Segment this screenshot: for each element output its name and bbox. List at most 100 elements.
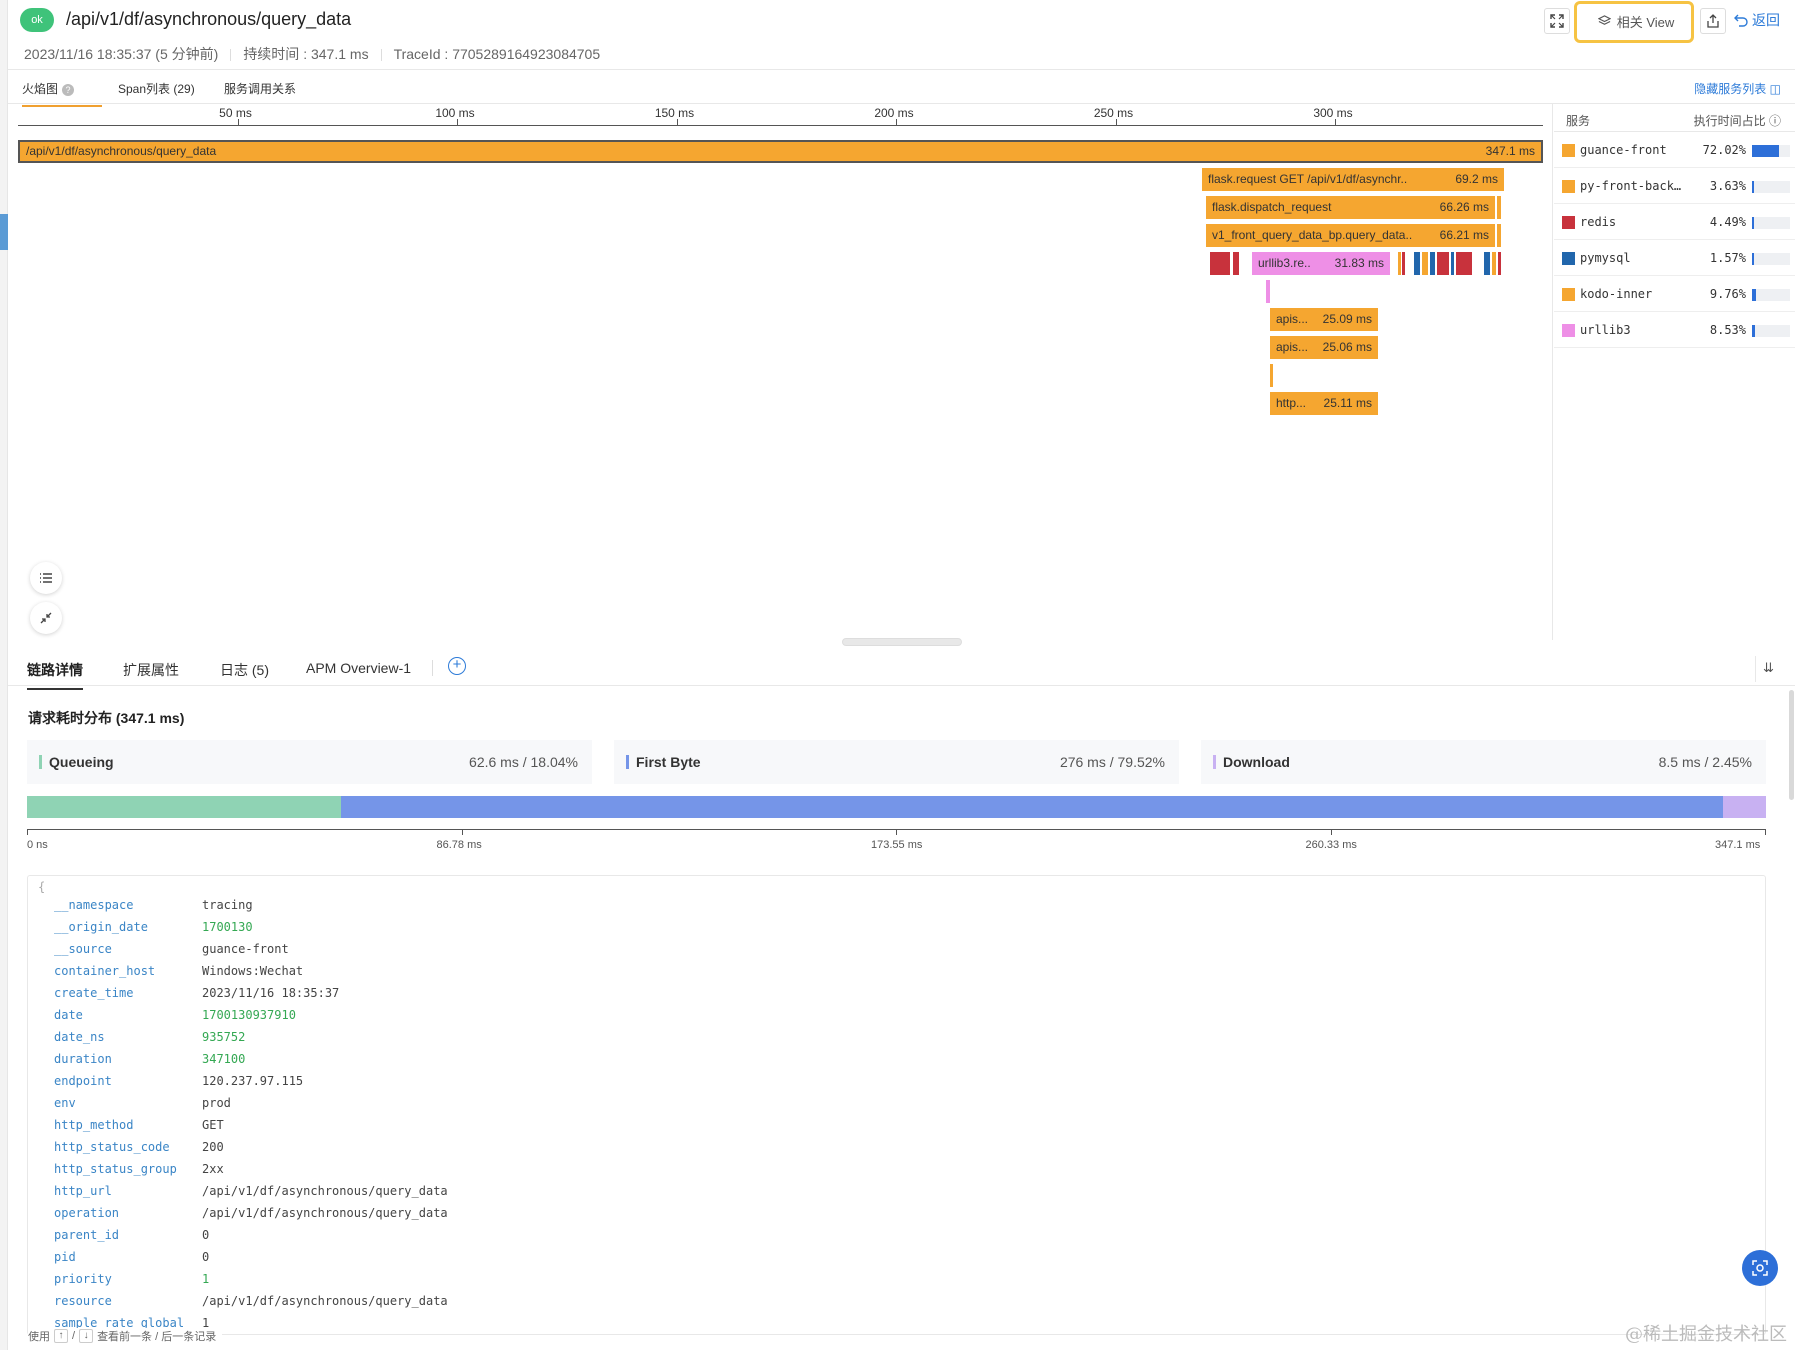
screenshot-button[interactable] — [1742, 1250, 1778, 1286]
help-icon[interactable]: ? — [62, 84, 75, 96]
axis-tick-label: 260.33 ms — [1305, 839, 1357, 851]
service-percentage: 1.57% — [1709, 251, 1746, 265]
span-sliver[interactable] — [1398, 252, 1401, 275]
json-value: 935752 — [202, 1030, 246, 1044]
json-field[interactable]: create_time 2023/11/16 18:35:37 — [54, 986, 339, 1008]
urllib3-span-bar[interactable]: urllib3.re.. 31.83 ms — [1252, 252, 1390, 275]
json-field[interactable]: __namespace tracing — [54, 898, 253, 920]
json-field[interactable]: container_host Windows:Wechat — [54, 964, 303, 986]
resize-handle[interactable] — [842, 638, 962, 646]
json-field[interactable]: http_status_code 200 — [54, 1140, 224, 1162]
share-button[interactable] — [1700, 8, 1726, 34]
tab-span-list[interactable]: Span列表 (29) — [118, 80, 195, 97]
tab-trace-detail[interactable]: 链路详情 — [27, 660, 83, 690]
service-row[interactable]: pymysql 1.57% — [1554, 240, 1795, 276]
time-axis: 50 ms 100 ms 150 ms 200 ms 250 ms 300 ms — [18, 104, 1543, 126]
related-view-button[interactable]: 相关 View — [1584, 8, 1688, 34]
collapse-view-button[interactable] — [30, 602, 62, 634]
scrollbar[interactable] — [1789, 690, 1794, 800]
json-key: date — [54, 1008, 83, 1022]
phase-color-bar — [1213, 755, 1216, 769]
pymysql-span[interactable] — [1430, 252, 1435, 275]
urllib3-sliver[interactable] — [1266, 280, 1270, 303]
span-sliver[interactable] — [1270, 364, 1273, 387]
time-tick — [676, 119, 678, 125]
redis-span[interactable] — [1210, 252, 1230, 275]
json-value: 1700130 — [202, 920, 253, 934]
pymysql-span[interactable] — [1414, 252, 1420, 275]
pymysql-span[interactable] — [1484, 252, 1490, 275]
service-row[interactable]: py-front-back… 3.63% — [1554, 168, 1795, 204]
json-value: 2xx — [202, 1162, 224, 1176]
service-ratio-fill — [1752, 289, 1756, 301]
panel-toggle-icon: ◫ — [1769, 82, 1781, 96]
hide-service-list-link[interactable]: 隐藏服务列表 ◫ — [1694, 80, 1781, 97]
redis-span[interactable] — [1456, 252, 1472, 275]
json-field[interactable]: pid 0 — [54, 1250, 209, 1272]
tab-apm-overview[interactable]: APM Overview-1 — [306, 660, 411, 676]
json-field[interactable]: duration 347100 — [54, 1052, 245, 1074]
span-bar[interactable]: apis... 25.09 ms — [1270, 308, 1378, 331]
collapse-panel-icon[interactable]: ⇊ — [1755, 656, 1781, 682]
trace-id[interactable]: TraceId : 7705289164923084705 — [394, 46, 601, 62]
fullscreen-button[interactable] — [1544, 8, 1570, 34]
add-tab-icon[interactable]: + — [448, 657, 466, 675]
span-sliver[interactable] — [1497, 224, 1501, 247]
service-row[interactable]: urllib3 8.53% — [1554, 312, 1795, 348]
json-value: 347100 — [202, 1052, 246, 1066]
phase-card: Queueing 62.6 ms / 18.04% — [27, 740, 592, 784]
span-sliver[interactable] — [1497, 196, 1501, 219]
json-field[interactable]: __source guance-front — [54, 942, 289, 964]
pymysql-span[interactable] — [1451, 252, 1454, 275]
span-sliver[interactable] — [1402, 252, 1405, 275]
json-field[interactable]: http_status_group 2xx — [54, 1162, 224, 1184]
span-bar[interactable]: flask.dispatch_request 66.26 ms — [1206, 196, 1495, 219]
json-value: Windows:Wechat — [202, 964, 304, 978]
json-key: endpoint — [54, 1074, 112, 1088]
axis-tick-label: 347.1 ms — [1715, 839, 1761, 851]
span-duration: 31.83 ms — [1334, 256, 1384, 270]
root-span-bar[interactable]: /api/v1/df/asynchronous/query_data 347.1… — [18, 140, 1543, 163]
span-sliver[interactable] — [1498, 252, 1501, 275]
service-name: redis — [1580, 215, 1617, 229]
service-row[interactable]: guance-front 72.02% — [1554, 132, 1795, 168]
json-field[interactable]: resource/api/v1/df/asynchronous/query_da… — [54, 1294, 448, 1316]
json-field[interactable]: operation/api/v1/df/asynchronous/query_d… — [54, 1206, 448, 1228]
span-sliver[interactable] — [1492, 252, 1496, 275]
tab-service-map[interactable]: 服务调用关系 — [224, 80, 296, 97]
json-key: resource — [54, 1294, 112, 1308]
time-tick — [896, 119, 897, 125]
json-field[interactable]: date_ns 935752 — [54, 1030, 245, 1052]
span-bar[interactable]: flask.request GET /api/v1/df/asynchr.. 6… — [1202, 168, 1504, 191]
json-field[interactable]: endpoint 120.237.97.115 — [54, 1074, 303, 1096]
json-value: 2023/11/16 18:35:37 — [202, 986, 340, 1000]
span-name: apis... — [1276, 312, 1309, 326]
span-sliver[interactable] — [1422, 252, 1428, 275]
json-field[interactable]: parent_id 0 — [54, 1228, 209, 1250]
related-view-label: 相关 View — [1616, 14, 1675, 30]
json-field[interactable]: priority 1 — [54, 1272, 209, 1294]
list-view-button[interactable] — [30, 562, 62, 594]
redis-span[interactable] — [1233, 252, 1239, 275]
meta-divider — [380, 49, 382, 62]
span-bar[interactable]: http... 25.11 ms — [1270, 392, 1378, 415]
tab-flame-graph[interactable]: 火焰图? — [22, 80, 102, 107]
redis-span[interactable] — [1437, 252, 1449, 275]
json-open-brace: { — [38, 880, 46, 894]
tab-extended-attributes[interactable]: 扩展属性 — [123, 660, 179, 680]
json-key: parent_id — [54, 1228, 120, 1242]
service-ratio-bar — [1752, 217, 1790, 229]
json-field[interactable]: date 1700130937910 — [54, 1008, 296, 1030]
tab-logs[interactable]: 日志 (5) — [220, 660, 269, 680]
info-icon[interactable]: ⓘ — [1769, 114, 1781, 128]
service-row[interactable]: redis 4.49% — [1554, 204, 1795, 240]
span-bar[interactable]: apis... 25.06 ms — [1270, 336, 1378, 359]
span-bar[interactable]: v1_front_query_data_bp.query_data.. 66.2… — [1206, 224, 1495, 247]
back-button[interactable]: 返回 — [1734, 10, 1780, 30]
json-field[interactable]: env prod — [54, 1096, 231, 1118]
service-row[interactable]: kodo-inner 9.76% — [1554, 276, 1795, 312]
json-field[interactable]: http_url/api/v1/df/asynchronous/query_da… — [54, 1184, 448, 1206]
json-field[interactable]: __origin_date 1700130 — [54, 920, 253, 942]
json-value: 200 — [202, 1140, 224, 1154]
json-field[interactable]: http_method GET — [54, 1118, 224, 1140]
